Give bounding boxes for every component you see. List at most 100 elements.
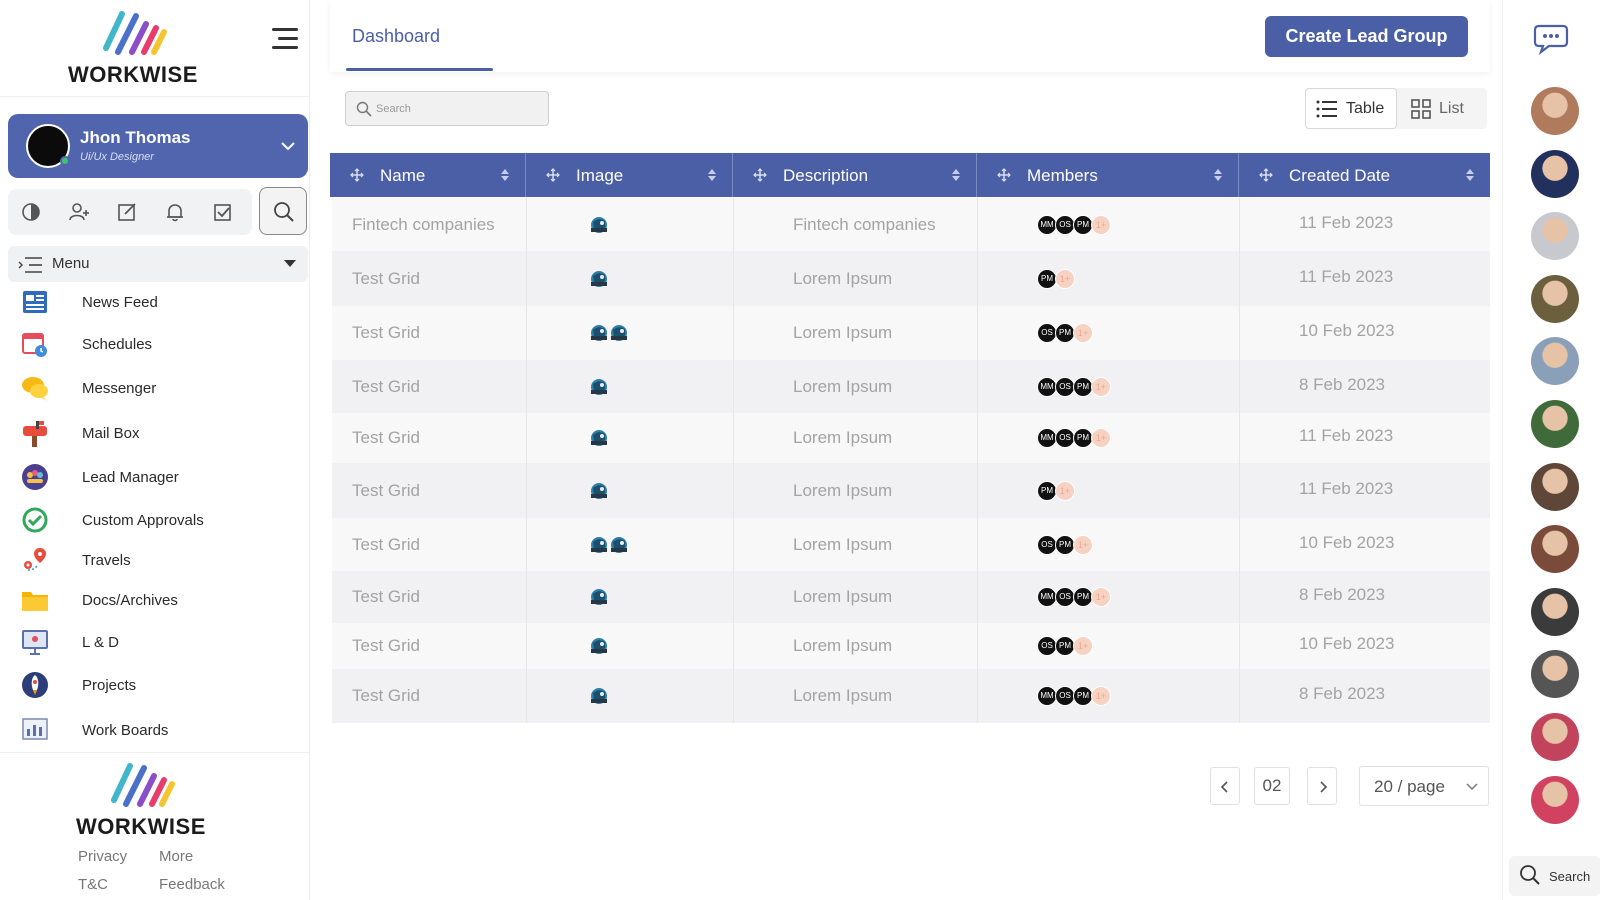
sidebar-search-button[interactable] — [259, 187, 307, 235]
member-avatar[interactable]: PM — [1073, 428, 1093, 448]
contact-avatar[interactable] — [1531, 212, 1579, 261]
member-avatar[interactable]: MM — [1037, 428, 1057, 448]
hamburger-menu-icon[interactable] — [268, 26, 298, 52]
member-avatar[interactable]: PM — [1073, 215, 1093, 235]
member-avatar[interactable]: MM — [1037, 377, 1057, 397]
group-image-icon[interactable] — [589, 535, 609, 555]
table-view-button[interactable]: Table — [1305, 88, 1397, 129]
member-avatar[interactable]: PM — [1073, 686, 1093, 706]
member-avatar[interactable]: PM — [1055, 636, 1075, 656]
theme-icon[interactable] — [20, 201, 42, 223]
sidebar-item-projects[interactable]: Projects — [0, 665, 310, 705]
description-column-header[interactable]: Description — [733, 153, 977, 197]
group-image-icon[interactable] — [589, 587, 609, 607]
current-page[interactable]: 02 — [1254, 767, 1290, 805]
member-avatar[interactable]: MM — [1037, 587, 1057, 607]
checkbox-icon[interactable] — [212, 201, 234, 223]
chat-icon[interactable] — [1533, 20, 1573, 56]
group-image-icon[interactable] — [589, 377, 609, 397]
table-row[interactable]: Fintech companies Fintech companies MM OS PM… — [332, 198, 1490, 251]
group-image-icon[interactable] — [589, 481, 609, 501]
table-row[interactable]: Test Grid Lorem Ipsum OS PM 1+ 10 Feb 2023 — [332, 518, 1490, 571]
workwise-logo[interactable]: WORKWISE — [68, 8, 198, 87]
table-row[interactable]: Test Grid Lorem Ipsum PM 1+ 11 Feb 2023 — [332, 251, 1490, 306]
drag-handle-icon[interactable] — [546, 168, 560, 182]
member-avatar[interactable]: PM — [1037, 481, 1057, 501]
sidebar-item-travels[interactable]: Travels — [0, 540, 310, 580]
member-avatar[interactable]: PM — [1055, 535, 1075, 555]
more-members-badge[interactable]: 1+ — [1091, 215, 1111, 235]
member-avatar[interactable]: MM — [1037, 215, 1057, 235]
table-row[interactable]: Test Grid Lorem Ipsum MM OS PM 1+ 8 Feb 2023 — [332, 571, 1490, 623]
more-members-badge[interactable]: 1+ — [1073, 323, 1093, 343]
member-avatar[interactable]: OS — [1055, 428, 1075, 448]
group-image-icon[interactable] — [589, 215, 609, 235]
sort-icon[interactable] — [1466, 169, 1474, 181]
privacy-link[interactable]: Privacy — [78, 848, 127, 865]
sidebar-item-news-feed[interactable]: News Feed — [0, 282, 310, 322]
profile-card[interactable]: Jhon Thomas Ui/Ux Designer — [8, 114, 308, 178]
member-avatar[interactable]: PM — [1037, 269, 1057, 289]
contact-avatar[interactable] — [1531, 274, 1579, 323]
drag-handle-icon[interactable] — [350, 168, 364, 182]
sidebar-item-l-and-d[interactable]: L & D — [0, 622, 310, 662]
search-input[interactable] — [376, 100, 536, 118]
more-members-badge[interactable]: 1+ — [1055, 269, 1075, 289]
member-avatar[interactable]: PM — [1055, 323, 1075, 343]
sidebar-item-messenger[interactable]: Messenger — [0, 368, 310, 408]
edit-icon[interactable] — [116, 201, 138, 223]
sidebar-item-schedules[interactable]: Schedules — [0, 324, 310, 364]
sidebar-item-custom-approvals[interactable]: Custom Approvals — [0, 500, 310, 540]
group-image-icon[interactable] — [589, 269, 609, 289]
member-avatar[interactable]: OS — [1055, 215, 1075, 235]
table-row[interactable]: Test Grid Lorem Ipsum PM 1+ 11 Feb 2023 — [332, 463, 1490, 518]
member-avatar[interactable]: OS — [1037, 535, 1057, 555]
more-members-badge[interactable]: 1+ — [1091, 428, 1111, 448]
sidebar-item-work-boards[interactable]: Work Boards — [0, 710, 310, 744]
created-date-column-header[interactable]: Created Date — [1239, 153, 1490, 197]
member-avatar[interactable]: OS — [1037, 323, 1057, 343]
more-link[interactable]: More — [159, 848, 193, 865]
table-row[interactable]: Test Grid Lorem Ipsum OS PM 1+ 10 Feb 2023 — [332, 306, 1490, 360]
menu-header[interactable]: Menu — [8, 246, 308, 282]
contact-avatar[interactable] — [1531, 713, 1579, 761]
image-column-header[interactable]: Image — [526, 153, 733, 197]
sidebar-item-lead-manager[interactable]: Lead Manager — [0, 457, 310, 497]
group-image-icon[interactable] — [589, 428, 609, 448]
sort-icon[interactable] — [1214, 169, 1222, 181]
list-view-button[interactable]: List — [1401, 88, 1487, 129]
sort-icon[interactable] — [952, 169, 960, 181]
group-image-icon[interactable] — [609, 535, 629, 555]
terms-link[interactable]: T&C — [78, 876, 108, 893]
table-row[interactable]: Test Grid Lorem Ipsum OS PM 1+ 10 Feb 2023 — [332, 623, 1490, 669]
contact-avatar[interactable] — [1531, 149, 1579, 198]
create-lead-group-button[interactable]: Create Lead Group — [1265, 16, 1468, 57]
contact-avatar[interactable] — [1531, 587, 1579, 636]
group-image-icon[interactable] — [589, 686, 609, 706]
contact-avatar[interactable] — [1531, 87, 1579, 135]
sort-icon[interactable] — [708, 169, 716, 181]
sidebar-item-docs-archives[interactable]: Docs/Archives — [0, 580, 310, 620]
drag-handle-icon[interactable] — [997, 168, 1011, 182]
contact-avatar[interactable] — [1531, 525, 1579, 574]
feedback-link[interactable]: Feedback — [159, 876, 225, 893]
table-row[interactable]: Test Grid Lorem Ipsum MM OS PM 1+ 11 Feb 2023 — [332, 413, 1490, 463]
member-avatar[interactable]: MM — [1037, 686, 1057, 706]
sort-icon[interactable] — [501, 169, 509, 181]
members-column-header[interactable]: Members — [977, 153, 1239, 197]
rail-search-button[interactable]: Search — [1509, 856, 1600, 896]
prev-page-button[interactable] — [1210, 767, 1240, 805]
contact-avatar[interactable] — [1531, 462, 1579, 511]
contact-avatar[interactable] — [1531, 337, 1579, 386]
member-avatar[interactable]: PM — [1073, 587, 1093, 607]
table-row[interactable]: Test Grid Lorem Ipsum MM OS PM 1+ 8 Feb 2023 — [332, 669, 1490, 723]
tab-dashboard[interactable]: Dashboard — [352, 26, 440, 47]
group-image-icon[interactable] — [609, 323, 629, 343]
more-members-badge[interactable]: 1+ — [1073, 636, 1093, 656]
drag-handle-icon[interactable] — [753, 168, 767, 182]
drag-handle-icon[interactable] — [1259, 168, 1273, 182]
contact-avatar[interactable] — [1531, 650, 1579, 699]
sidebar-item-mail-box[interactable]: Mail Box — [0, 413, 310, 453]
chevron-down-icon[interactable] — [280, 138, 296, 154]
bell-icon[interactable] — [164, 201, 186, 223]
